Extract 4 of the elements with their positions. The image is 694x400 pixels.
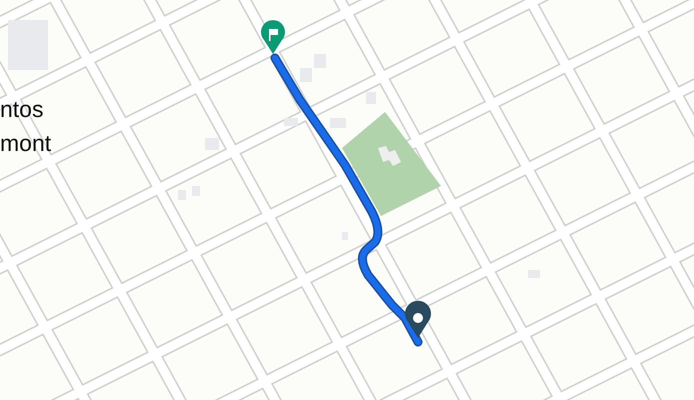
destination-pin-icon[interactable] (261, 20, 285, 54)
origin-pin-icon[interactable] (405, 300, 431, 338)
place-label: ntos mont (0, 95, 52, 158)
building-shape (378, 146, 401, 166)
